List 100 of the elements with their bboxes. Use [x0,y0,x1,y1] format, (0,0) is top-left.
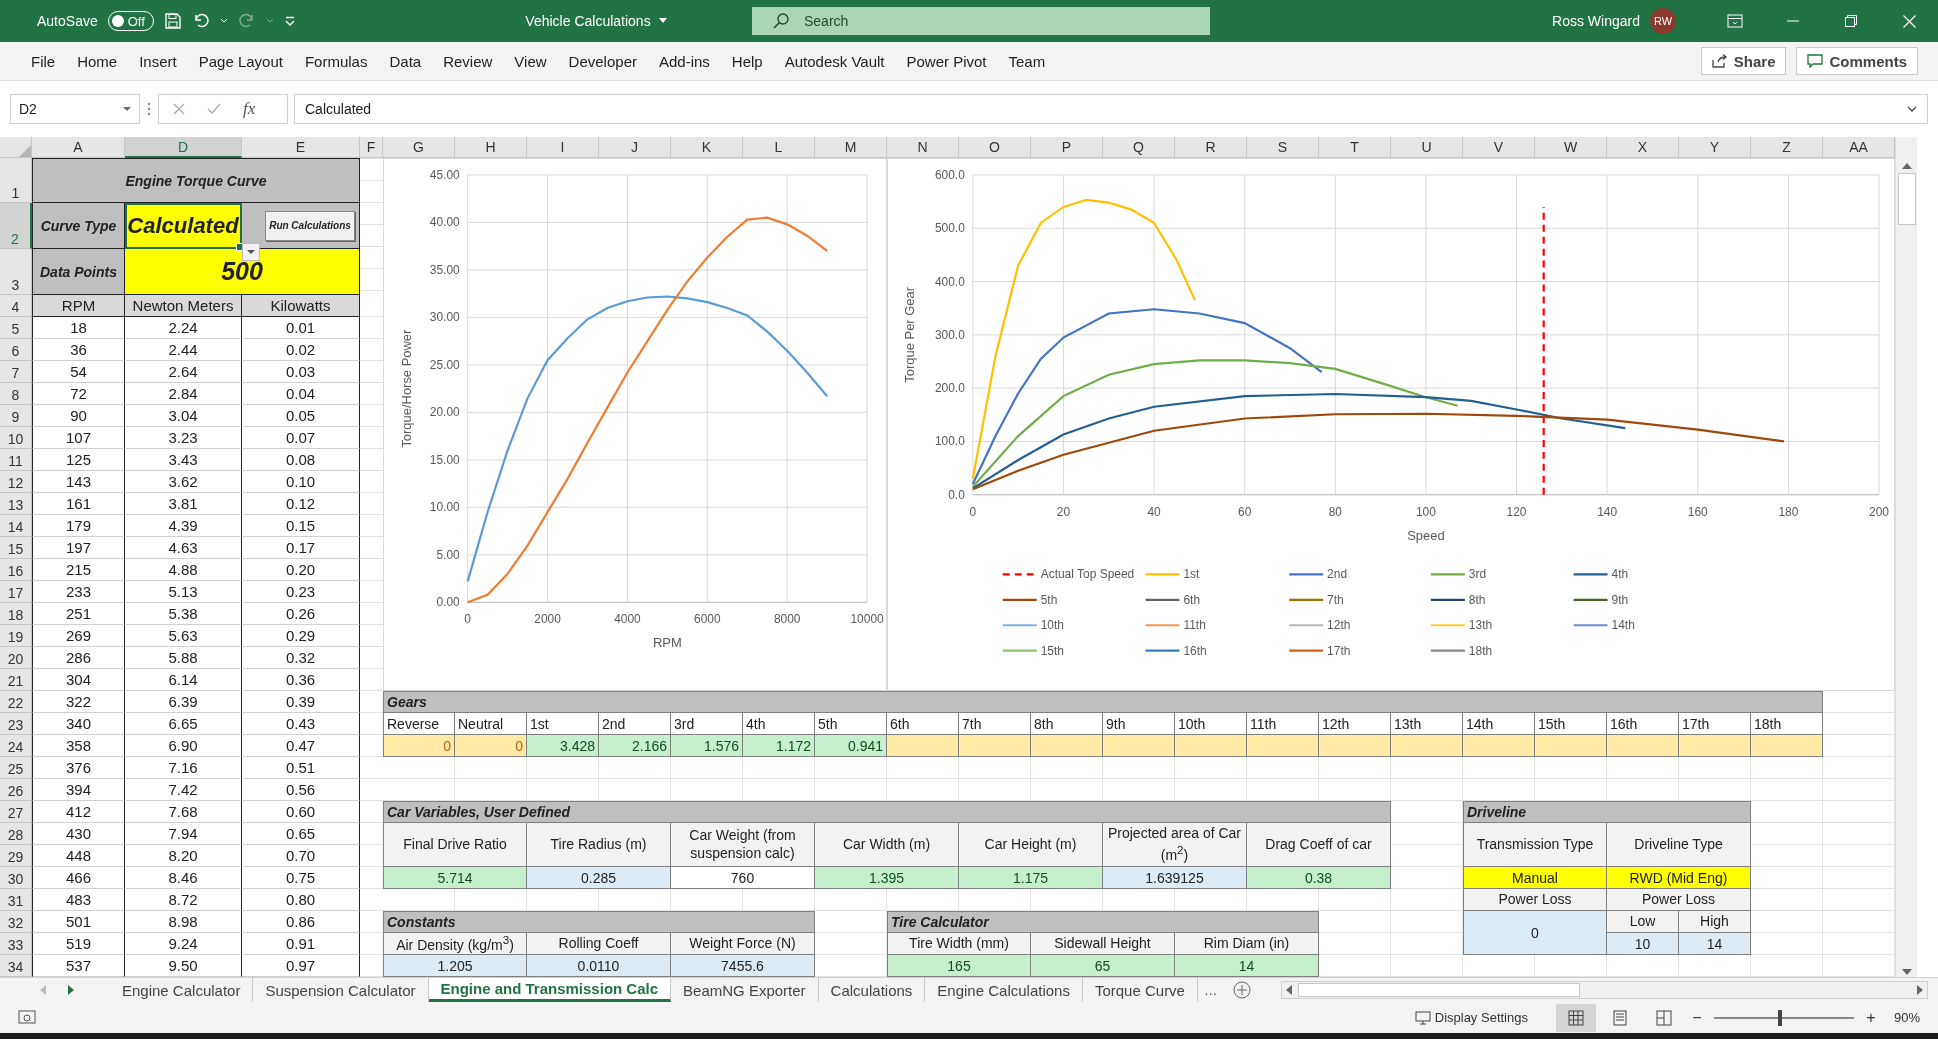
curve-type-cell[interactable]: Calculated [125,203,242,249]
column-header[interactable]: Q [1103,137,1175,158]
name-box[interactable]: D2 [10,94,140,124]
comment-icon[interactable] [1807,54,1824,68]
row-header[interactable]: 26 [0,779,32,801]
column-header[interactable]: P [1031,137,1103,158]
next-sheet-icon[interactable] [68,985,74,995]
column-header[interactable]: M [815,137,887,158]
row-header[interactable]: 5 [0,317,32,339]
column-header[interactable]: L [743,137,815,158]
comments-button[interactable]: Comments [1796,47,1918,75]
share-button[interactable]: Share [1700,47,1787,75]
zoom-out-button[interactable]: − [1687,1008,1706,1027]
caret-icon[interactable] [123,106,131,112]
row-header[interactable]: 2 [0,203,32,249]
caret-icon[interactable] [658,18,667,24]
ribbon-tab[interactable]: Home [66,52,129,70]
row-header[interactable]: 8 [0,383,32,405]
ribbon-tab[interactable]: Insert [128,52,188,70]
row-header[interactable]: 16 [0,559,32,581]
row-header[interactable]: 30 [0,867,32,889]
sheet-tab[interactable]: Engine and Transmission Calc [428,978,672,1002]
ribbon-tab[interactable]: Team [997,52,1057,70]
scroll-right-icon[interactable] [1917,985,1923,995]
column-header[interactable]: V [1463,137,1535,158]
scroll-left-icon[interactable] [1286,985,1293,995]
column-header[interactable]: E [242,137,360,158]
column-header[interactable]: Z [1751,137,1823,158]
normal-view-icon[interactable] [1566,1008,1585,1027]
column-header[interactable]: T [1319,137,1391,158]
ribbon-tab[interactable]: Formulas [293,52,379,70]
ribbon-display-icon[interactable] [1727,14,1743,28]
row-header[interactable]: 24 [0,735,32,757]
macro-record-icon[interactable] [18,1009,36,1026]
horizontal-scrollbar[interactable] [1281,981,1928,999]
row-header[interactable]: 14 [0,515,32,537]
ribbon-tab[interactable]: Help [720,52,774,70]
restore-icon[interactable] [1845,15,1857,27]
row-header[interactable]: 25 [0,757,32,779]
row-header[interactable]: 34 [0,955,32,977]
column-header[interactable]: S [1247,137,1319,158]
share-icon[interactable] [1711,54,1728,68]
row-header[interactable]: 11 [0,449,32,471]
row-header[interactable]: 23 [0,713,32,735]
column-header[interactable]: W [1535,137,1607,158]
expand-icon[interactable] [1907,106,1917,112]
vertical-scrollbar[interactable] [1895,137,1917,977]
column-header[interactable]: R [1175,137,1247,158]
insert-function-button[interactable]: fx [243,99,256,119]
more-tabs-button[interactable]: … [1197,978,1224,1002]
column-header[interactable]: Y [1679,137,1751,158]
column-header[interactable]: H [455,137,527,158]
row-header[interactable]: 3 [0,249,32,295]
row-header[interactable]: 13 [0,493,32,515]
row-header[interactable]: 15 [0,537,32,559]
row-header[interactable]: 21 [0,669,32,691]
row-header[interactable]: 19 [0,625,32,647]
column-header[interactable]: AA [1823,137,1895,158]
ribbon-tab[interactable]: Autodesk Vault [773,52,896,70]
scroll-down-icon[interactable] [1901,969,1912,975]
close-icon[interactable] [1902,14,1916,28]
page-break-view-icon[interactable] [1654,1008,1673,1027]
ribbon-tab[interactable]: View [503,52,558,70]
row-header[interactable]: 31 [0,889,32,911]
display-settings-button[interactable]: Display Settings [1414,1010,1528,1025]
ribbon-tab[interactable]: Review [432,52,504,70]
dropdown-button[interactable] [242,243,260,261]
column-header[interactable]: J [599,137,671,158]
row-header[interactable]: 7 [0,361,32,383]
column-header[interactable]: U [1391,137,1463,158]
column-header[interactable]: K [671,137,743,158]
row-header[interactable]: 29 [0,845,32,867]
zoom-in-button[interactable]: + [1861,1008,1880,1027]
row-header[interactable]: 20 [0,647,32,669]
column-header[interactable]: O [959,137,1031,158]
row-header[interactable]: 6 [0,339,32,361]
view-button[interactable] [1555,1003,1596,1032]
row-header[interactable]: 4 [0,295,32,317]
ribbon-tab[interactable]: Data [378,52,433,70]
ribbon-tab[interactable]: Add-ins [647,52,721,70]
formula-field[interactable]: Calculated [294,94,1928,124]
search-field[interactable]: Search [752,7,1210,35]
scroll-up-icon[interactable] [1901,163,1912,169]
column-header[interactable]: A [32,137,125,158]
column-header[interactable]: I [527,137,599,158]
ribbon-tab[interactable]: Developer [557,52,648,70]
column-header[interactable]: G [383,137,455,158]
column-header[interactable]: X [1607,137,1679,158]
row-header[interactable]: 22 [0,691,32,713]
ribbon-tab[interactable]: Power Pivot [895,52,998,70]
row-header[interactable]: 12 [0,471,32,493]
row-header[interactable]: 1 [0,158,32,203]
column-header[interactable]: D [125,137,242,158]
ribbon-tab[interactable]: File [20,52,67,70]
user-avatar[interactable]: RW [1650,8,1676,34]
row-header[interactable]: 9 [0,405,32,427]
row-header[interactable]: 33 [0,933,32,955]
row-header[interactable]: 27 [0,801,32,823]
scroll-thumb[interactable] [1298,983,1581,997]
customize-icon[interactable] [283,16,296,26]
